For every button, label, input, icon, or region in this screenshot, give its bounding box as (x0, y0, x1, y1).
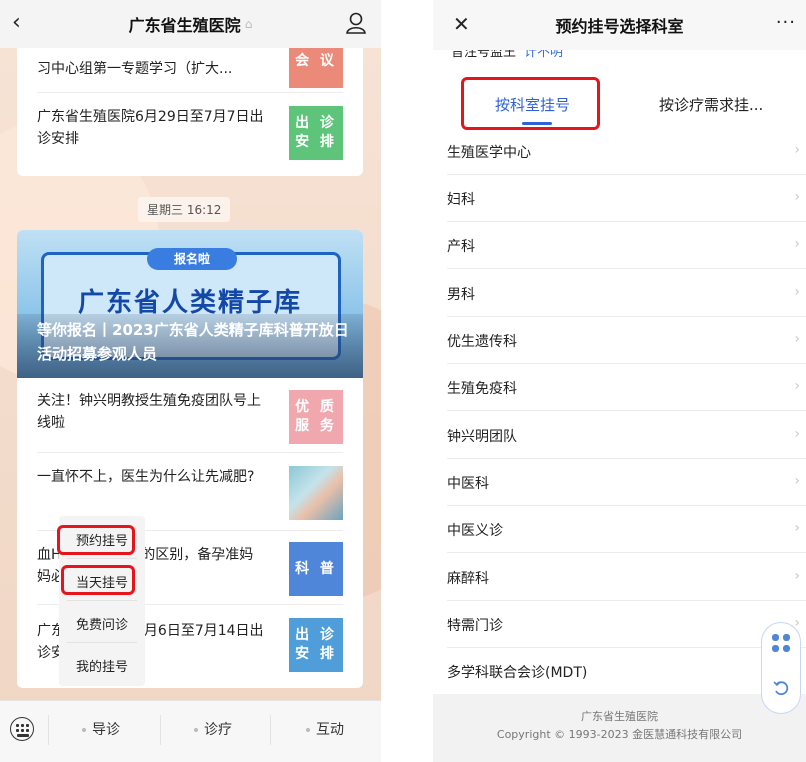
department-name: 中医义诊 (447, 523, 503, 539)
article-title: 关注！钟兴明教授生殖免疫团队号上线啦 (37, 393, 261, 431)
chevron-right-icon: › (794, 473, 800, 489)
department-name: 生殖医学中心 (447, 145, 531, 161)
highlight-box (61, 565, 135, 595)
highlight-box (461, 77, 600, 130)
tab-interact[interactable]: 互动 (306, 719, 344, 739)
department-item[interactable]: 生殖医学中心 › (447, 128, 806, 175)
department-item[interactable]: 生殖免疫科 › (447, 364, 806, 411)
mute-icon: ⌂ (244, 17, 253, 31)
chevron-right-icon: › (794, 331, 800, 347)
department-name: 妇科 (447, 192, 475, 208)
menu-item-my-appointments[interactable]: 我的挂号 (59, 656, 145, 675)
peek-text: 音注号监王 (451, 50, 517, 60)
message-timestamp: 星期三 16:12 (138, 197, 231, 222)
chevron-right-icon: › (794, 284, 800, 300)
department-item[interactable]: 多学科联合会诊(MDT)› (447, 648, 806, 695)
page-footer: 广东省生殖医院 Copyright © 1993-2023 金医慧通科技有限公司 (433, 694, 806, 762)
department-name: 中医科 (447, 476, 489, 492)
divider (67, 600, 137, 601)
department-item[interactable]: 中医义诊 › (447, 506, 806, 553)
department-item[interactable]: 钟兴明团队 › (447, 412, 806, 459)
chevron-right-icon: › (794, 426, 800, 442)
tab-by-need[interactable]: 按诊疗需求挂... (659, 94, 763, 115)
department-name: 生殖免疫科 (447, 381, 517, 397)
tab-label: 互动 (316, 722, 344, 738)
department-name: 特需门诊 (447, 618, 503, 634)
department-item[interactable]: 优生遗传科 › (447, 317, 806, 364)
grid-icon[interactable] (771, 633, 791, 653)
department-item[interactable]: 中医科 › (447, 459, 806, 506)
article-title: 一直怀不上，医生为什么让先减肥? (37, 469, 255, 485)
page-title: 预约挂号选择科室 (555, 17, 684, 36)
article-item[interactable]: 广东省生殖医院6月29日至7月7日出诊安排 出 诊 安 排 (17, 92, 363, 176)
article-title: 习中心组第一专题学习（扩大... (37, 61, 233, 77)
department-name: 男科 (447, 287, 475, 303)
more-icon[interactable]: ··· (776, 12, 796, 33)
chevron-right-icon: › (794, 189, 800, 205)
close-icon[interactable]: ✕ (453, 12, 470, 36)
chevron-right-icon: › (794, 568, 800, 584)
banner-image[interactable]: 报名啦 广东省人类精子库 等你报名丨2023广东省人类精子库科普开放日活动招募参… (17, 230, 363, 378)
highlight-box (57, 525, 135, 555)
department-name: 产科 (447, 239, 475, 255)
page-title: 广东省生殖医院 (128, 16, 241, 35)
scrolled-header-text: 音注号监王 计不明 (451, 50, 651, 60)
chevron-right-icon: › (794, 236, 800, 252)
left-phone-screen: ‹ 广东省生殖医院 ⌂ 习中心组第一专题学习（扩大... 会 议 广东省生殖医院… (0, 0, 381, 762)
article-thumbnail: 出 诊 安 排 (289, 106, 343, 160)
department-item[interactable]: 妇科 › (447, 175, 806, 222)
department-item[interactable]: 男科 › (447, 270, 806, 317)
article-thumbnail: 会 议 (289, 48, 343, 88)
right-phone-screen: ✕ 预约挂号选择科室 ··· 音注号监王 计不明 按科室挂号 按诊疗需求挂... … (433, 0, 806, 762)
menu-item-free-consult[interactable]: 免费问诊 (59, 614, 145, 633)
article-item[interactable]: 习中心组第一专题学习（扩大... 会 议 (17, 48, 363, 90)
chevron-right-icon: › (794, 378, 800, 394)
department-item[interactable]: 产科 › (447, 222, 806, 269)
footer-hospital-name: 广东省生殖医院 (581, 710, 658, 723)
profile-icon[interactable] (345, 11, 367, 35)
dot-icon (306, 728, 310, 732)
back-to-top-icon[interactable] (772, 679, 790, 697)
left-nav-bar: ‹ 广东省生殖医院 ⌂ (0, 0, 381, 48)
department-name: 钟兴明团队 (447, 429, 517, 445)
divider (67, 558, 137, 559)
department-name: 麻醉科 (447, 571, 489, 587)
department-item[interactable]: 特需门诊 › (447, 601, 806, 648)
dot-icon (194, 728, 198, 732)
divider (67, 642, 137, 643)
tab-label: 诊疗 (204, 722, 232, 738)
article-title: 广东省生殖医院6月29日至7月7日出诊安排 (37, 109, 264, 147)
floating-toolbar (761, 622, 801, 714)
article-item[interactable]: 关注！钟兴明教授生殖免疫团队号上线啦 优 质 服 务 (17, 378, 363, 448)
keyboard-icon[interactable] (10, 717, 34, 741)
peek-link: 计不明 (524, 50, 564, 60)
department-name: 优生遗传科 (447, 334, 517, 350)
department-name: 多学科联合会诊(MDT) (447, 665, 588, 681)
divider (48, 715, 49, 745)
back-icon[interactable]: ‹ (12, 10, 21, 35)
article-item[interactable]: 一直怀不上，医生为什么让先减肥? (17, 452, 363, 526)
tab-treatment[interactable]: 诊疗 (194, 719, 232, 739)
divider (160, 715, 161, 745)
right-nav-bar: ✕ 预约挂号选择科室 ··· (433, 0, 806, 50)
article-thumbnail: 科 普 (289, 542, 343, 596)
department-item[interactable]: 麻醉科 › (447, 554, 806, 601)
tab-guide[interactable]: 导诊 (82, 719, 120, 739)
article-thumbnail (289, 466, 343, 520)
article-thumbnail: 优 质 服 务 (289, 390, 343, 444)
dot-icon (82, 728, 86, 732)
bottom-menu-bar: 导诊 诊疗 互动 (0, 700, 381, 762)
banner-badge: 报名啦 (147, 248, 237, 270)
chevron-right-icon: › (794, 142, 800, 158)
divider (270, 715, 271, 745)
tab-label: 导诊 (92, 722, 120, 738)
article-card: 习中心组第一专题学习（扩大... 会 议 广东省生殖医院6月29日至7月7日出诊… (17, 48, 363, 176)
chevron-right-icon: › (794, 520, 800, 536)
article-thumbnail: 出 诊 安 排 (289, 618, 343, 672)
banner-caption: 等你报名丨2023广东省人类精子库科普开放日活动招募参观人员 (37, 321, 349, 363)
footer-copyright: Copyright © 1993-2023 金医慧通科技有限公司 (496, 728, 743, 741)
